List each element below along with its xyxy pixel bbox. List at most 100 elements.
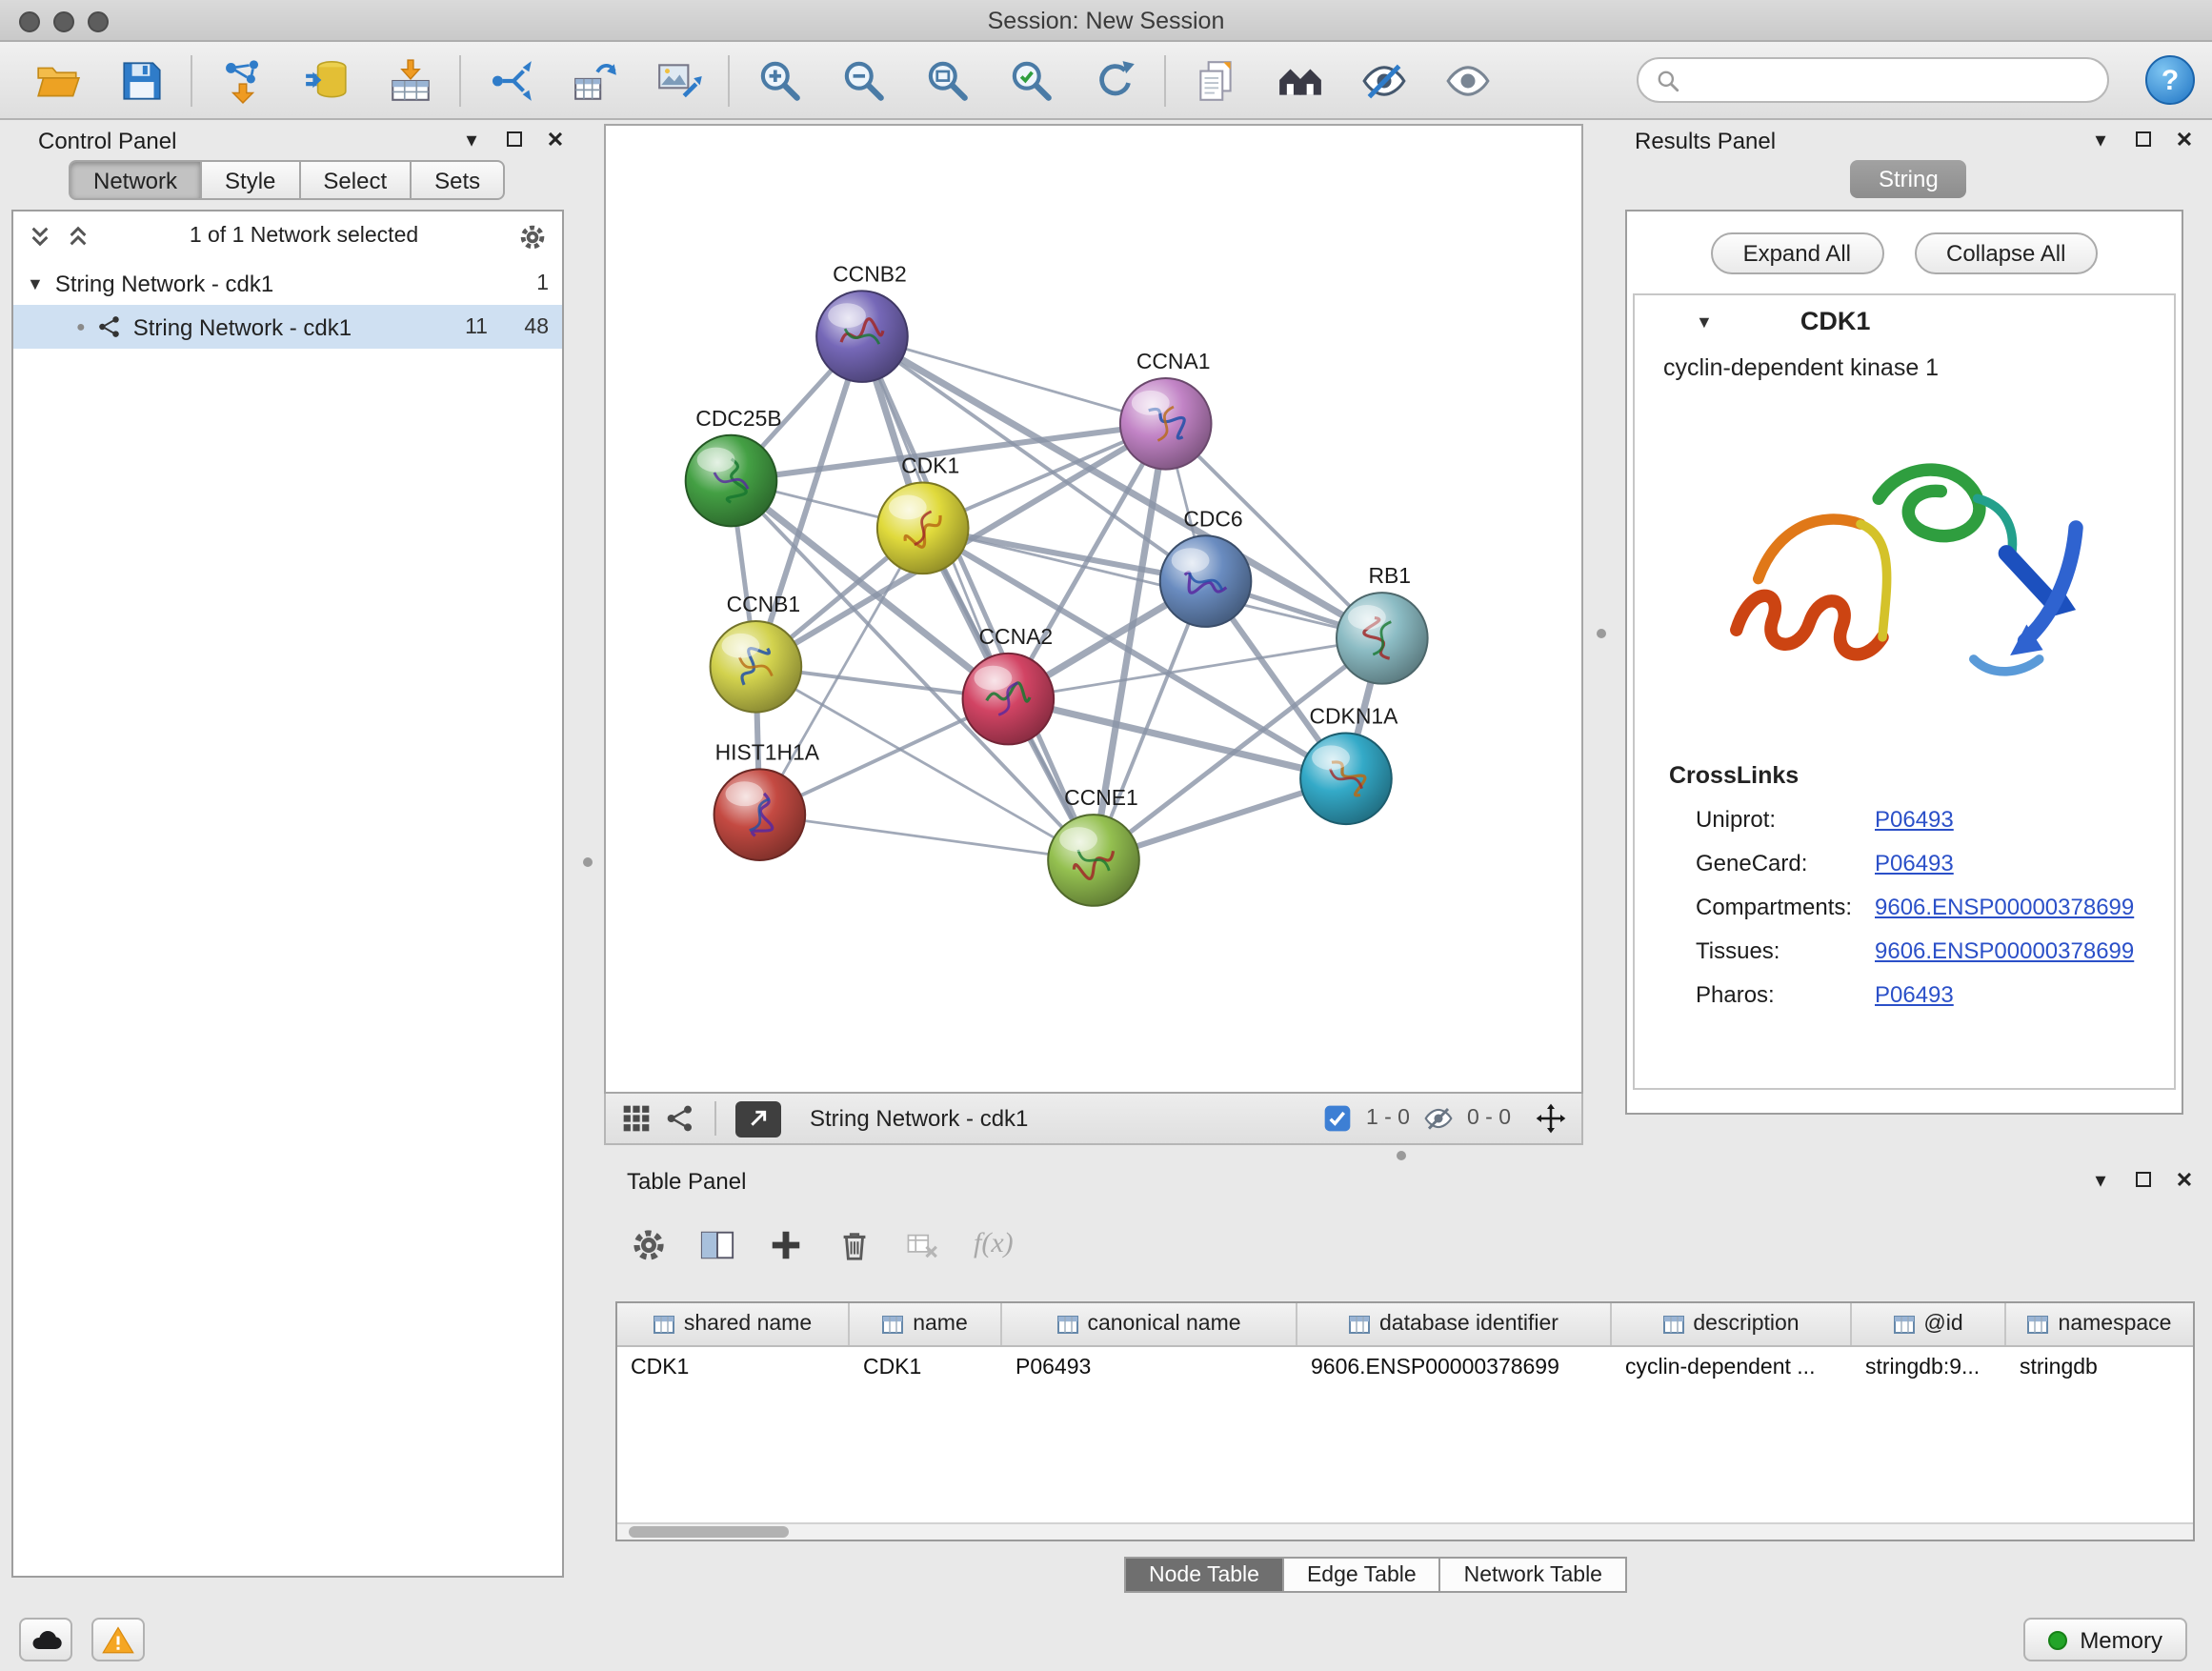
table-panel-float-button[interactable] [2128, 1166, 2157, 1193]
tab-network[interactable]: Network [69, 160, 202, 200]
cell-namespace[interactable]: stringdb [2006, 1347, 2193, 1389]
network-node-CCNB1[interactable]: CCNB1 [711, 592, 802, 713]
column-header-shared-name[interactable]: shared name [617, 1303, 850, 1345]
export-image-button[interactable] [650, 51, 707, 109]
right-splitter-handle[interactable] [1597, 629, 1606, 638]
first-neighbors-button[interactable] [1271, 51, 1328, 109]
network-collection-row[interactable]: ▼ String Network - cdk1 1 [13, 261, 562, 305]
birdseye-view-button[interactable] [735, 1100, 781, 1137]
collapse-all-icon[interactable] [67, 225, 90, 248]
network-node-RB1[interactable]: RB1 [1337, 563, 1428, 684]
zoom-selected-button[interactable] [1002, 51, 1059, 109]
table-settings-button[interactable] [631, 1226, 667, 1262]
tab-sets[interactable]: Sets [412, 160, 505, 200]
column-header-description[interactable]: description [1612, 1303, 1852, 1345]
tab-select[interactable]: Select [300, 160, 412, 200]
search-input[interactable] [1692, 67, 2090, 93]
network-row-selected[interactable]: ● String Network - cdk1 11 48 [13, 305, 562, 349]
minimize-window-button[interactable] [53, 10, 74, 31]
uniprot-link[interactable]: P06493 [1875, 805, 1954, 832]
genecard-link[interactable]: P06493 [1875, 849, 1954, 876]
expand-all-icon[interactable] [29, 225, 51, 248]
save-session-button[interactable] [112, 51, 170, 109]
memory-button[interactable]: Memory [2022, 1618, 2187, 1661]
open-session-button[interactable] [29, 51, 86, 109]
left-splitter-handle[interactable] [583, 857, 593, 867]
import-table-button[interactable] [381, 51, 438, 109]
network-type-button[interactable] [665, 1103, 695, 1134]
warnings-button[interactable] [91, 1618, 145, 1661]
column-type-icon [1349, 1314, 1370, 1335]
column-header-canonical-name[interactable]: canonical name [1002, 1303, 1297, 1345]
show-all-button[interactable] [1438, 51, 1496, 109]
expand-all-button[interactable]: Expand All [1711, 232, 1883, 274]
results-panel-close-button[interactable]: ✕ [2170, 126, 2199, 152]
tab-style[interactable]: Style [202, 160, 300, 200]
cell-at-id[interactable]: stringdb:9... [1852, 1347, 2006, 1389]
close-window-button[interactable] [19, 10, 40, 31]
search-box[interactable] [1637, 57, 2109, 103]
cell-database-identifier[interactable]: 9606.ENSP00000378699 [1297, 1347, 1612, 1389]
collapse-all-button[interactable]: Collapse All [1914, 232, 2098, 274]
tissues-link[interactable]: 9606.ENSP00000378699 [1875, 936, 2134, 963]
export-network-table-button[interactable] [566, 51, 623, 109]
delete-table-button[interactable] [905, 1226, 941, 1262]
function-builder-button[interactable]: f(x) [974, 1228, 1014, 1260]
column-header-at-id[interactable]: @id [1852, 1303, 2006, 1345]
zoom-in-button[interactable] [751, 51, 808, 109]
network-node-CCNA1[interactable]: CCNA1 [1120, 349, 1212, 470]
tab-string[interactable]: String [1850, 160, 1967, 198]
network-canvas[interactable]: CCNB2CCNA1CDC25BCDK1CDC6RB1CCNB1CCNA2CDK… [606, 126, 1581, 1092]
hide-selected-button[interactable] [1355, 51, 1412, 109]
table-row[interactable]: CDK1 CDK1 P06493 9606.ENSP00000378699 cy… [617, 1347, 2193, 1389]
tab-edge-table[interactable]: Edge Table [1284, 1557, 1441, 1593]
tab-node-table[interactable]: Node Table [1124, 1557, 1284, 1593]
cloud-button[interactable] [19, 1618, 72, 1661]
network-node-CDC25B[interactable]: CDC25B [686, 406, 782, 527]
pan-tool-button[interactable] [1536, 1103, 1566, 1134]
zoom-window-button[interactable] [88, 10, 109, 31]
import-network-database-button[interactable] [297, 51, 354, 109]
bottom-splitter-handle[interactable] [1397, 1151, 1406, 1160]
table-panel-close-button[interactable]: ✕ [2170, 1166, 2199, 1193]
control-panel-float-button[interactable] [499, 126, 528, 152]
column-header-database-identifier[interactable]: database identifier [1297, 1303, 1612, 1345]
pharos-link[interactable]: P06493 [1875, 980, 1954, 1007]
cell-shared-name[interactable]: CDK1 [617, 1347, 850, 1389]
show-columns-button[interactable] [699, 1226, 735, 1262]
results-panel-float-button[interactable] [2128, 126, 2157, 152]
refresh-layout-button[interactable] [1086, 51, 1143, 109]
table-panel-collapse-button[interactable]: ▾ [2086, 1166, 2115, 1193]
import-network-file-button[interactable] [213, 51, 271, 109]
network-node-CDKN1A[interactable]: CDKN1A [1300, 704, 1398, 825]
horizontal-scrollbar[interactable] [617, 1522, 2193, 1540]
cell-canonical-name[interactable]: P06493 [1002, 1347, 1297, 1389]
clipboard-button[interactable] [1187, 51, 1244, 109]
column-header-namespace[interactable]: namespace [2006, 1303, 2193, 1345]
results-panel-collapse-button[interactable]: ▾ [2086, 126, 2115, 152]
disclosure-triangle-icon[interactable]: ▼ [1696, 312, 1713, 331]
cell-name[interactable]: CDK1 [850, 1347, 1002, 1389]
control-panel-close-button[interactable]: ✕ [541, 126, 570, 152]
network-node-CCNB2[interactable]: CCNB2 [816, 261, 908, 382]
scrollbar-thumb[interactable] [629, 1526, 789, 1538]
compartments-link[interactable]: 9606.ENSP00000378699 [1875, 893, 2134, 919]
network-node-CDK1[interactable]: CDK1 [877, 453, 969, 574]
table-toolbar: f(x) [631, 1219, 1014, 1269]
network-node-HIST1H1A[interactable]: HIST1H1A [714, 739, 820, 860]
zoom-out-button[interactable] [835, 51, 892, 109]
tab-network-table[interactable]: Network Table [1441, 1557, 1627, 1593]
control-panel-collapse-button[interactable]: ▾ [457, 126, 486, 152]
gene-card-header[interactable]: ▼ CDK1 [1635, 295, 2174, 347]
network-node-CDC6[interactable]: CDC6 [1160, 506, 1252, 627]
create-column-button[interactable] [768, 1226, 804, 1262]
delete-column-button[interactable] [836, 1226, 873, 1262]
column-header-name[interactable]: name [850, 1303, 1002, 1345]
zoom-fit-button[interactable] [918, 51, 975, 109]
gear-icon[interactable] [518, 222, 547, 251]
help-button[interactable]: ? [2145, 55, 2195, 105]
cell-description[interactable]: cyclin-dependent ... [1612, 1347, 1852, 1389]
grid-view-button[interactable] [621, 1103, 652, 1134]
disclosure-triangle-icon[interactable]: ▼ [27, 273, 44, 292]
new-network-button[interactable] [482, 51, 539, 109]
